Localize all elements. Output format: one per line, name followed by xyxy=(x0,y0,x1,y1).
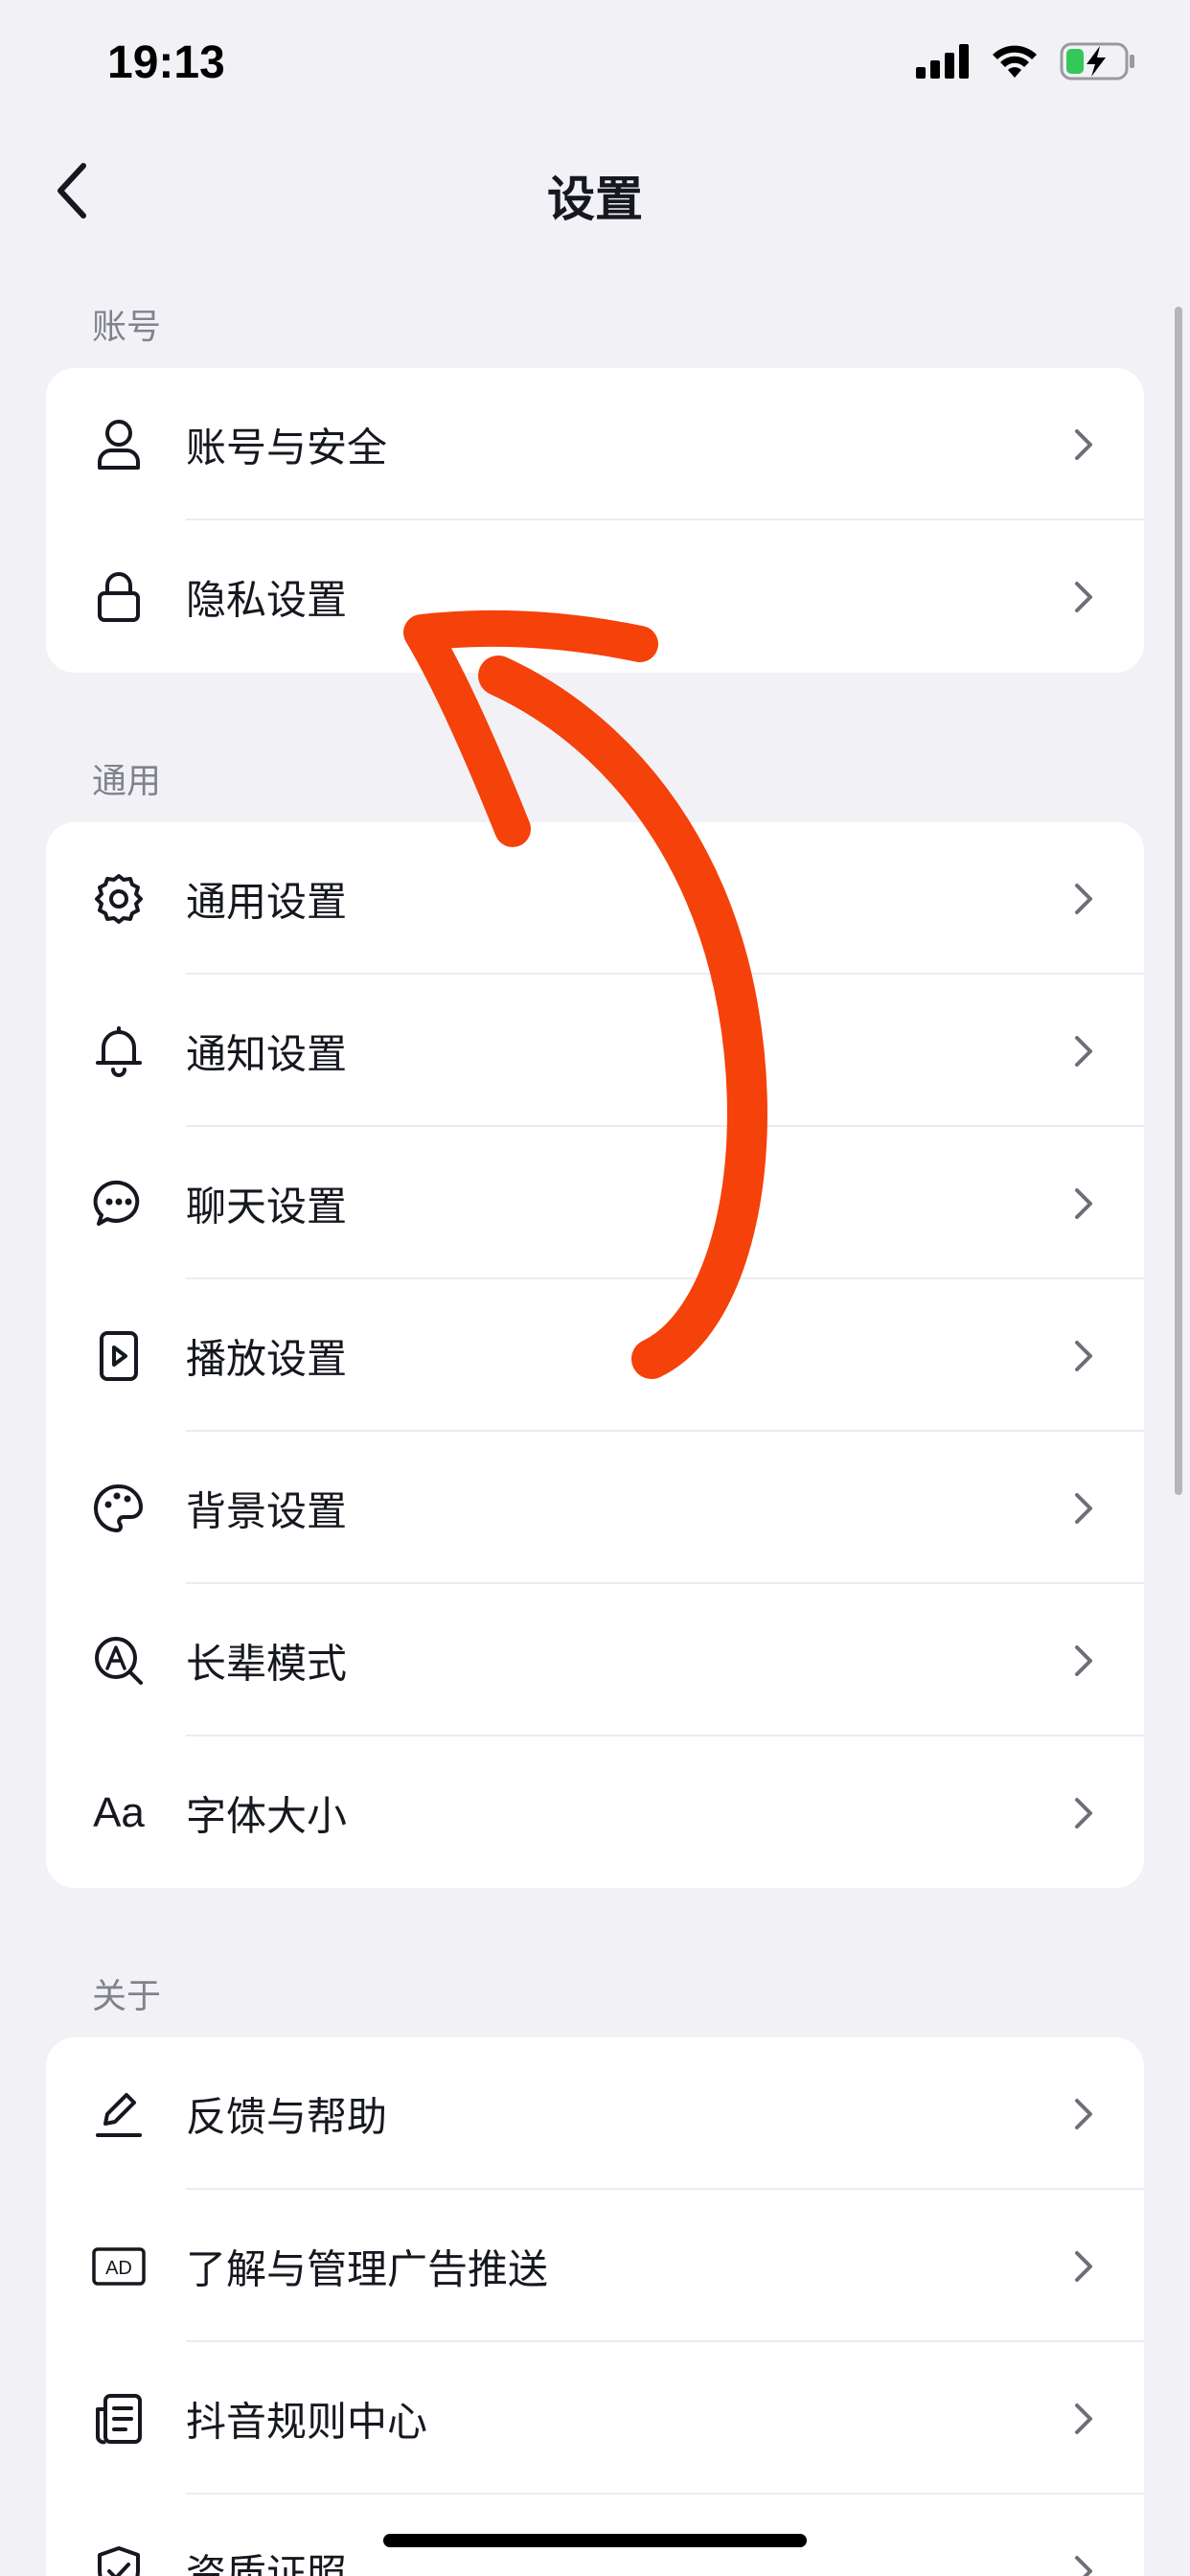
card-general: 通用设置 通知设置 聊天设置 播放设置 背景设置 长辈模式 Aa 字体大小 xyxy=(46,822,1144,1888)
settings-item-label: 播放设置 xyxy=(186,1335,348,1382)
ad-icon-text: AD xyxy=(105,2258,132,2279)
font-size-icon: Aa xyxy=(92,1786,146,1840)
chat-bubble-icon xyxy=(92,1177,146,1230)
settings-item-label: 反馈与帮助 xyxy=(186,2093,388,2140)
lock-icon xyxy=(92,570,146,624)
status-icons xyxy=(916,42,1136,80)
section-label-general: 通用 xyxy=(92,762,162,801)
scroll-indicator[interactable] xyxy=(1175,307,1182,1495)
pencil-icon xyxy=(92,2087,146,2141)
chevron-right-icon xyxy=(1075,2403,1092,2434)
chevron-right-icon xyxy=(1075,1035,1092,1067)
settings-item-ad-management[interactable]: AD 了解与管理广告推送 xyxy=(46,2190,1144,2342)
font-size-icon-glyph: Aa xyxy=(93,1788,145,1836)
shield-check-icon xyxy=(92,2544,146,2576)
settings-item-general-settings[interactable]: 通用设置 xyxy=(46,822,1144,975)
bell-icon xyxy=(92,1024,146,1078)
chevron-right-icon xyxy=(1075,1340,1092,1371)
settings-item-label: 字体大小 xyxy=(186,1792,348,1839)
settings-item-label: 通知设置 xyxy=(186,1030,348,1077)
chevron-right-icon xyxy=(1075,1644,1092,1676)
settings-item-chat-settings[interactable]: 聊天设置 xyxy=(46,1127,1144,1279)
play-file-icon xyxy=(92,1329,146,1383)
settings-item-playback-settings[interactable]: 播放设置 xyxy=(46,1279,1144,1432)
ad-icon: AD xyxy=(92,2240,146,2293)
settings-item-elder-mode[interactable]: 长辈模式 xyxy=(46,1584,1144,1736)
magnifier-a-icon xyxy=(92,1634,146,1688)
settings-item-label: 抖音规则中心 xyxy=(186,2398,428,2445)
section-label-about: 关于 xyxy=(92,1977,162,2016)
chevron-right-icon xyxy=(1075,883,1092,914)
chevron-right-icon xyxy=(1075,1492,1092,1524)
battery-charging-icon xyxy=(1060,42,1134,80)
settings-item-feedback-help[interactable]: 反馈与帮助 xyxy=(46,2037,1144,2190)
chevron-right-icon xyxy=(1075,2250,1092,2282)
settings-item-background-settings[interactable]: 背景设置 xyxy=(46,1432,1144,1584)
card-about: 反馈与帮助 AD 了解与管理广告推送 抖音规则中心 资质证照 xyxy=(46,2037,1144,2576)
settings-item-font-size[interactable]: Aa 字体大小 xyxy=(46,1736,1144,1888)
settings-item-notification-settings[interactable]: 通知设置 xyxy=(46,975,1144,1127)
settings-item-label: 账号与安全 xyxy=(186,424,388,471)
home-indicator xyxy=(383,2534,807,2547)
chevron-right-icon xyxy=(1075,1187,1092,1219)
chevron-right-icon xyxy=(1075,428,1092,460)
chevron-right-icon xyxy=(1075,1797,1092,1828)
gear-icon xyxy=(92,872,146,926)
palette-icon xyxy=(92,1482,146,1535)
settings-item-label: 了解与管理广告推送 xyxy=(186,2245,549,2292)
settings-item-label: 资质证照 xyxy=(186,2550,348,2576)
settings-item-label: 长辈模式 xyxy=(186,1640,348,1687)
cellular-signal-icon xyxy=(916,44,969,79)
page-title: 设置 xyxy=(547,172,643,227)
settings-item-rules-center[interactable]: 抖音规则中心 xyxy=(46,2342,1144,2495)
settings-item-privacy[interactable]: 隐私设置 xyxy=(46,520,1144,673)
section-label-account: 账号 xyxy=(92,308,162,347)
chevron-right-icon xyxy=(1075,2098,1092,2129)
settings-item-label: 聊天设置 xyxy=(186,1183,348,1230)
settings-item-account-security[interactable]: 账号与安全 xyxy=(46,368,1144,520)
chevron-right-icon xyxy=(1075,2555,1092,2576)
chevron-right-icon xyxy=(1075,581,1092,612)
card-account: 账号与安全 隐私设置 xyxy=(46,368,1144,673)
wifi-icon xyxy=(993,45,1037,78)
settings-item-label: 背景设置 xyxy=(186,1487,348,1534)
user-icon xyxy=(92,418,146,472)
settings-item-label: 通用设置 xyxy=(186,878,348,925)
rules-document-icon xyxy=(92,2392,146,2446)
navigation-bar: 设置 xyxy=(0,144,1190,240)
settings-item-label: 隐私设置 xyxy=(186,576,348,623)
status-bar: 19:13 xyxy=(0,0,1190,134)
status-time: 19:13 xyxy=(107,37,225,88)
